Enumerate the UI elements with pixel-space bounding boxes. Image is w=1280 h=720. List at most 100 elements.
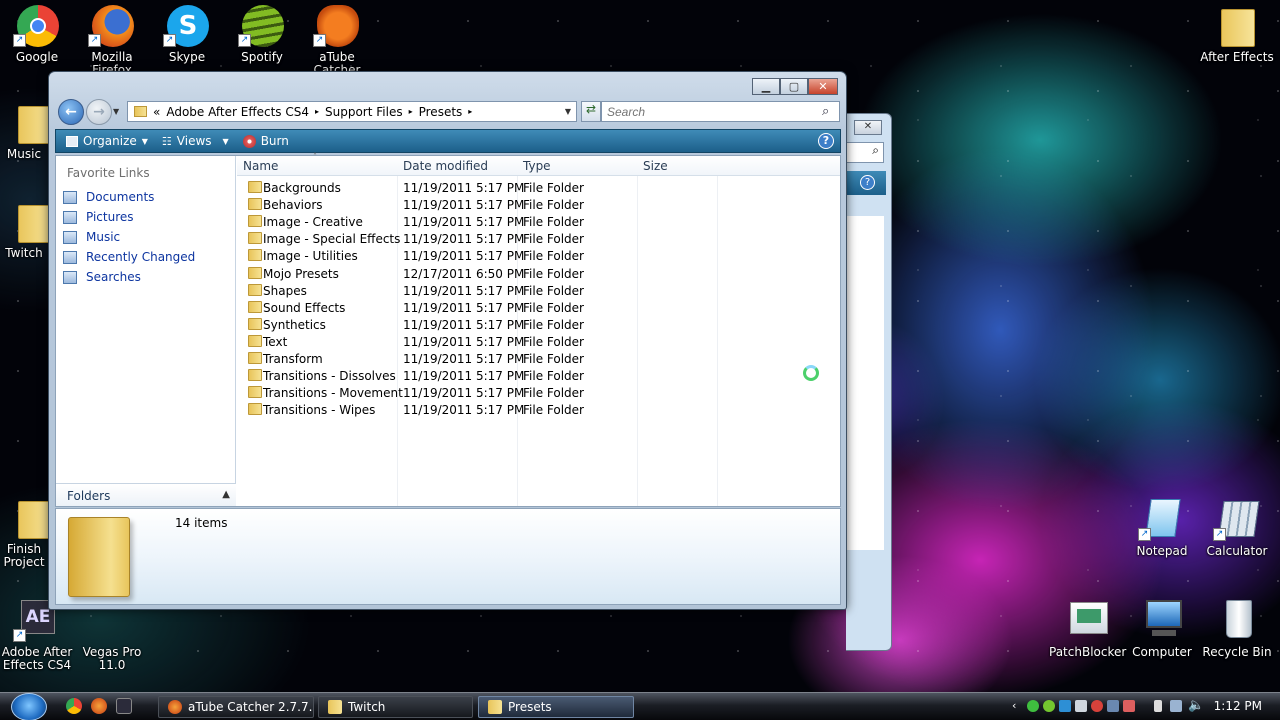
burn-button[interactable]: Burn	[242, 134, 289, 148]
tray-app-icon[interactable]	[1107, 700, 1119, 712]
file-row[interactable]: Transform 11/19/2011 5:17 PM File Folder	[237, 350, 837, 367]
file-row[interactable]: Text 11/19/2011 5:17 PM File Folder	[237, 333, 837, 350]
file-row[interactable]: Mojo Presets 12/17/2011 6:50 PM File Folde…	[237, 265, 837, 282]
desktop-icon-google[interactable]: ↗ Google	[0, 3, 74, 64]
column-header-date-modified[interactable]: Date modified	[403, 159, 488, 173]
file-row[interactable]: Shapes 11/19/2011 5:17 PM File Folder	[237, 282, 837, 299]
file-name: Sound Effects	[263, 300, 346, 315]
taskbar-button-presets[interactable]: Presets	[478, 696, 634, 718]
views-menu[interactable]: ☷ Views ▼	[162, 134, 229, 148]
forward-button[interactable]: →	[86, 99, 112, 125]
breadcrumb-separator-icon[interactable]: ▸	[409, 107, 413, 116]
tray-app-icon[interactable]	[1091, 700, 1103, 712]
favorite-link-pictures[interactable]: Pictures	[56, 207, 235, 227]
desktop-icon-after-effects-folder[interactable]: After Effects	[1200, 3, 1274, 64]
breadcrumb-item[interactable]: Presets	[419, 105, 463, 119]
folder-icon	[248, 283, 262, 296]
address-dropdown-icon[interactable]: ▼	[565, 107, 571, 116]
favorite-link-label: Documents	[86, 190, 155, 204]
file-row[interactable]: Behaviors 11/19/2011 5:17 PM File Folder	[237, 196, 837, 213]
taskbar-button-twitch[interactable]: Twitch	[318, 696, 473, 718]
chrome-quicklaunch-icon[interactable]	[66, 698, 82, 714]
breadcrumb-item[interactable]: Support Files	[325, 105, 403, 119]
search-input[interactable]	[601, 101, 840, 122]
desktop-icon-spotify[interactable]: ↗ Spotify	[225, 3, 299, 64]
recent-pages-dropdown[interactable]: ▼	[113, 107, 119, 116]
desktop-icon-music[interactable]: Music	[0, 100, 48, 161]
column-header-type[interactable]: Type	[523, 159, 551, 173]
volume-icon[interactable]: 🔈	[1188, 698, 1204, 713]
desktop-icon-atube-catcher[interactable]: ↗ aTube Catcher	[300, 3, 374, 71]
taskbar-button-label: Twitch	[348, 700, 386, 714]
file-date-modified: 11/19/2011 5:17 PM	[403, 232, 525, 247]
desktop-icon-label: Computer	[1132, 645, 1192, 659]
desktop-icon-calculator[interactable]: ↗ Calculator	[1200, 497, 1274, 558]
folders-label: Folders	[67, 489, 111, 503]
desktop-icon-recycle-bin[interactable]: Recycle Bin	[1200, 598, 1274, 659]
file-row[interactable]: Transitions - Wipes 11/19/2011 5:17 PM Fil…	[237, 401, 837, 418]
file-row[interactable]: Image - Creative 11/19/2011 5:17 PM File F…	[237, 213, 837, 230]
pictures-icon	[63, 210, 77, 224]
search-icon[interactable]: ⌕	[822, 104, 829, 119]
favorite-link-recently-changed[interactable]: Recently Changed	[56, 247, 235, 267]
tray-app-icon[interactable]	[1075, 700, 1087, 712]
file-name: Transitions - Movement	[263, 386, 403, 401]
breadcrumb-separator-icon[interactable]: ▸	[468, 107, 472, 116]
tray-app-icon[interactable]	[1043, 700, 1055, 712]
address-bar[interactable]: « Adobe After Effects CS4 ▸ Support File…	[127, 101, 577, 122]
after-effects-quicklaunch-icon[interactable]	[116, 698, 132, 714]
desktop-icon-patchblocker[interactable]: PatchBlocker	[1049, 598, 1126, 659]
folder-icon	[248, 266, 262, 279]
column-header-name[interactable]: Name	[243, 159, 278, 173]
desktop-icon-finish-project[interactable]: Finish Project	[0, 495, 48, 569]
file-row[interactable]: Transitions - Dissolves 11/19/2011 5:17 P…	[237, 367, 837, 384]
start-button[interactable]	[11, 693, 47, 720]
search-icon[interactable]: ⌕	[846, 142, 884, 163]
minimize-button[interactable]: ▁	[752, 78, 780, 95]
file-row[interactable]: Backgrounds 11/19/2011 5:17 PM File Folder	[237, 179, 837, 196]
navigation-pane: Favorite Links Documents Pictures Music …	[56, 156, 236, 506]
close-button[interactable]: ✕	[808, 78, 838, 95]
file-name: Mojo Presets	[263, 266, 339, 281]
tray-app-icon[interactable]	[1027, 700, 1039, 712]
desktop-icon-skype[interactable]: S ↗ Skype	[150, 3, 224, 64]
network-icon[interactable]	[1170, 700, 1182, 712]
favorite-link-music[interactable]: Music	[56, 227, 235, 247]
background-explorer-window[interactable]: ✕ ⌕ ?	[846, 113, 892, 651]
file-row[interactable]: Image - Special Effects 11/19/2011 5:17 P…	[237, 230, 837, 247]
folders-toggle[interactable]: Folders ▲	[56, 483, 236, 506]
tray-app-icon[interactable]	[1059, 700, 1071, 712]
help-icon[interactable]: ?	[860, 175, 875, 190]
file-row[interactable]: Transitions - Movement 11/19/2011 5:17 PM…	[237, 384, 837, 401]
back-button[interactable]: ←	[58, 99, 84, 125]
address-overflow[interactable]: «	[153, 105, 160, 119]
documents-icon	[63, 190, 77, 204]
favorite-link-documents[interactable]: Documents	[56, 187, 235, 207]
taskbar-button-atube-catcher[interactable]: aTube Catcher 2.7.7...	[158, 696, 314, 718]
desktop-icon-computer[interactable]: Computer	[1125, 598, 1199, 659]
desktop-icon-notepad[interactable]: ↗ Notepad	[1125, 497, 1199, 558]
file-name: Text	[263, 334, 288, 349]
atube-quicklaunch-icon[interactable]	[91, 698, 107, 714]
explorer-window: ▁ ▢ ✕ ← → ▼ « Adobe After Effects CS4 ▸ …	[48, 71, 847, 610]
clock[interactable]: 1:12 PM	[1214, 699, 1262, 713]
tray-app-icon[interactable]	[1123, 700, 1135, 712]
file-row[interactable]: Synthetics 11/19/2011 5:17 PM File Folder	[237, 316, 837, 333]
tray-expand-icon[interactable]: ‹	[1012, 699, 1016, 712]
breadcrumb-separator-icon[interactable]: ▸	[315, 107, 319, 116]
desktop-icon-firefox[interactable]: ↗ Mozilla Firefox	[75, 3, 149, 71]
battery-icon[interactable]	[1154, 700, 1162, 712]
favorite-link-searches[interactable]: Searches	[56, 267, 235, 287]
breadcrumb-item[interactable]: Adobe After Effects CS4	[166, 105, 309, 119]
desktop-icon-twitch[interactable]: Twitch	[0, 199, 48, 260]
maximize-button[interactable]: ▢	[780, 78, 808, 95]
file-row[interactable]: Image - Utilities 11/19/2011 5:17 PM File …	[237, 247, 837, 264]
refresh-button[interactable]: ⇄	[581, 101, 601, 122]
file-row[interactable]: Sound Effects 11/19/2011 5:17 PM File Fold…	[237, 299, 837, 316]
column-header-size[interactable]: Size	[643, 159, 668, 173]
forward-arrow-icon: →	[93, 104, 105, 120]
close-icon[interactable]: ✕	[854, 120, 882, 135]
help-icon[interactable]: ?	[818, 133, 834, 149]
organize-menu[interactable]: Organize ▼	[66, 134, 148, 148]
file-type: File Folder	[523, 317, 584, 332]
